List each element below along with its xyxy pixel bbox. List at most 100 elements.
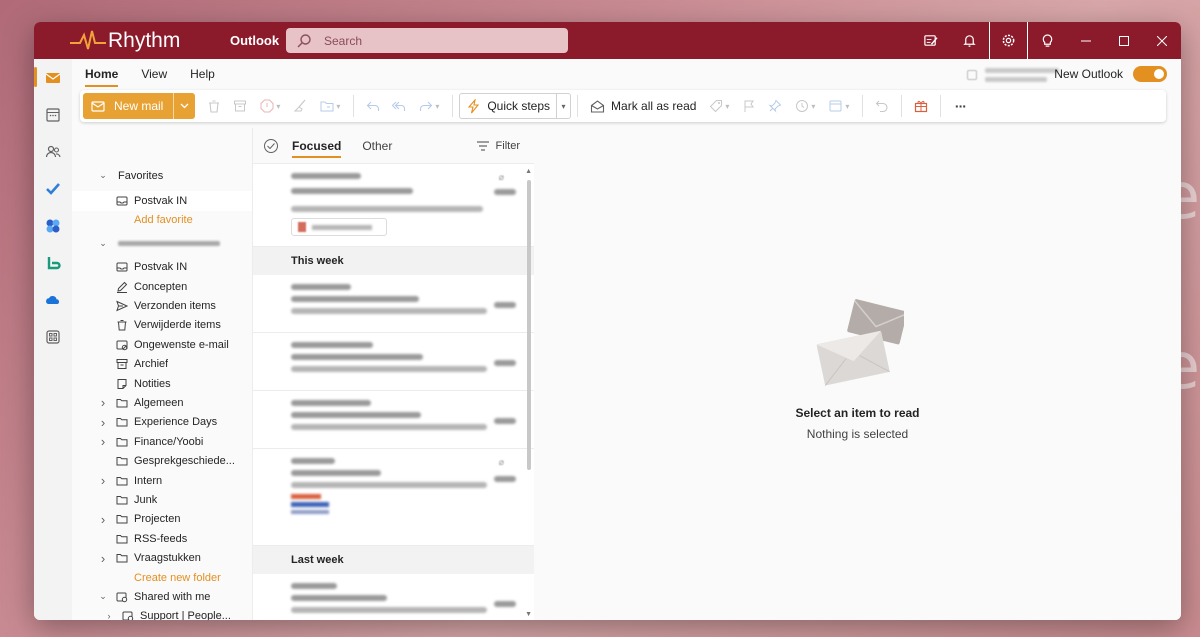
tab-other[interactable]: Other [362, 134, 392, 158]
folder-move-icon [320, 101, 334, 112]
chevron-down-icon [180, 103, 189, 109]
chevron-right-icon[interactable]: › [96, 434, 110, 449]
new-mail-dropdown[interactable] [173, 93, 196, 119]
note-icon [117, 378, 127, 389]
attachment-chip[interactable] [291, 218, 387, 236]
scroll-down-icon[interactable]: ▼ [525, 611, 532, 618]
notes-icon [924, 35, 938, 46]
sweep-button[interactable] [287, 93, 313, 119]
folder-icon [116, 495, 128, 505]
snooze-button[interactable]: ▾ [788, 93, 822, 119]
checkmark-icon [267, 142, 275, 149]
more-icon: ··· [954, 98, 967, 114]
junk-icon [116, 340, 128, 351]
report-button[interactable]: ▾ [253, 93, 287, 119]
chevron-right-icon[interactable]: › [96, 415, 110, 430]
favorites-label: Favorites [118, 169, 164, 182]
flag-button[interactable] [736, 93, 762, 119]
folder-label: Concepten [134, 280, 188, 293]
message-item[interactable] [253, 574, 534, 620]
categorize-button[interactable]: ▾ [702, 93, 736, 119]
folder-icon [116, 554, 128, 563]
move-button[interactable]: ▾ [313, 93, 347, 119]
rail-org[interactable] [34, 207, 72, 244]
reply-all-icon [392, 101, 406, 111]
tab-home[interactable]: Home [85, 61, 119, 87]
folder-icon [116, 398, 128, 408]
folder-icon [116, 515, 128, 524]
new-outlook-toggle[interactable]: New Outlook [1054, 66, 1167, 82]
pin-button[interactable] [762, 93, 788, 119]
app-rail [34, 59, 72, 620]
group-header: Last week [253, 546, 534, 574]
app-name: Outlook [230, 33, 280, 48]
more-options-button[interactable]: ··· [947, 93, 973, 119]
reply-button[interactable] [360, 93, 386, 119]
chevron-right-icon[interactable]: › [96, 551, 110, 566]
envelope-open-icon [590, 99, 605, 113]
folder-label: Ongewenste e-mail [134, 338, 229, 351]
settings-button[interactable] [989, 22, 1028, 59]
trash-icon [209, 100, 220, 113]
forward-button[interactable]: ▾ [412, 93, 446, 119]
archive-button[interactable] [227, 93, 253, 119]
maximize-button[interactable] [1105, 22, 1143, 59]
rail-calendar[interactable] [34, 96, 72, 133]
rail-apps[interactable] [34, 318, 72, 355]
tab-view[interactable]: View [141, 61, 167, 87]
pencil-icon [117, 281, 128, 293]
rail-people[interactable] [34, 133, 72, 170]
empty-title: Select an item to read [795, 406, 920, 420]
ribbon-tabs: Home View Help New Outlook [72, 59, 1181, 89]
message-item[interactable] [253, 391, 534, 449]
scroll-up-icon[interactable]: ▲ [525, 168, 532, 175]
shared-with-me-label: Shared with me [134, 590, 211, 603]
message-item[interactable] [253, 333, 534, 391]
delete-button[interactable] [201, 93, 227, 119]
new-mail-label: New mail [114, 99, 164, 113]
rail-todo[interactable] [34, 170, 72, 207]
reply-icon [367, 101, 380, 111]
notes-button[interactable] [911, 22, 950, 59]
quick-steps-dropdown[interactable]: ▾ [556, 94, 570, 118]
blurred-thumbnail [291, 494, 329, 516]
shared-icon [116, 592, 128, 603]
rail-mail[interactable] [34, 59, 72, 96]
message-item[interactable] [253, 275, 534, 333]
mail-icon [45, 72, 61, 83]
report-icon [260, 99, 274, 113]
rail-bookings[interactable] [34, 244, 72, 281]
undo-button[interactable] [869, 93, 895, 119]
folder-label: Junk [134, 493, 158, 506]
minimize-button[interactable] [1067, 22, 1105, 59]
close-button[interactable] [1143, 22, 1181, 59]
blurred-meeting-reminder[interactable] [967, 63, 1067, 87]
tab-focused[interactable]: Focused [292, 134, 342, 158]
search-box[interactable]: Search [286, 28, 568, 53]
tab-help[interactable]: Help [190, 61, 215, 87]
select-all-checkbox[interactable] [264, 138, 278, 153]
notifications-button[interactable] [950, 22, 989, 59]
chevron-right-icon[interactable]: › [96, 512, 110, 527]
quick-steps-button[interactable]: Quick steps ▾ [459, 93, 572, 119]
tips-button[interactable] [1028, 22, 1067, 59]
new-mail-button[interactable]: New mail [83, 93, 174, 119]
maximize-icon [1119, 35, 1129, 46]
gear-icon [1002, 34, 1015, 47]
gift-button[interactable] [908, 93, 934, 119]
mark-all-read-button[interactable]: Mark all as read [584, 93, 702, 119]
reply-all-button[interactable] [386, 93, 412, 119]
filter-button[interactable]: Filter [476, 140, 520, 152]
inbox-icon [116, 262, 128, 272]
message-list-scrollbar[interactable] [527, 180, 531, 470]
chevron-right-icon[interactable]: › [96, 395, 110, 410]
message-item[interactable]: ⌀ [253, 164, 534, 247]
broom-icon [294, 99, 306, 112]
chevron-right-icon[interactable]: › [96, 473, 110, 488]
rules-button[interactable]: ▾ [822, 93, 856, 119]
rules-icon [829, 100, 842, 112]
message-item[interactable]: ⌀ [253, 449, 534, 546]
toggle-switch[interactable] [1133, 66, 1167, 82]
filter-icon [476, 141, 489, 150]
rail-onedrive[interactable] [34, 281, 72, 318]
